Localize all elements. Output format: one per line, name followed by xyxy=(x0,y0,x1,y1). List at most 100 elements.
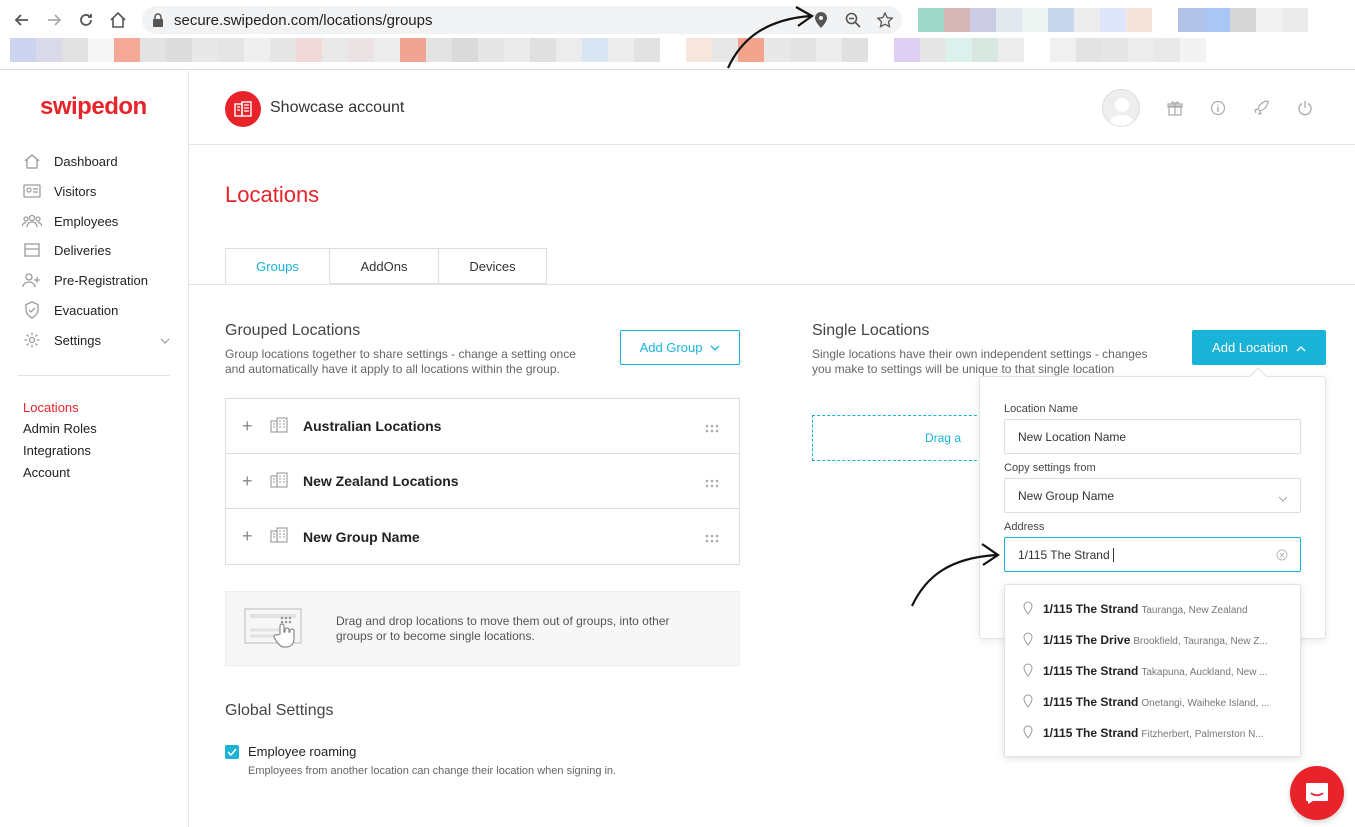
address-field[interactable]: 1/115 The Strand xyxy=(1004,537,1301,572)
building-icon xyxy=(270,472,288,491)
grouped-locations-description-line-1: Group locations together to share settin… xyxy=(225,347,576,361)
drag-handle-icon[interactable] xyxy=(705,531,719,546)
group-row-australian[interactable]: + Australian Locations xyxy=(226,399,739,454)
drag-hand-illustration-icon xyxy=(244,604,316,659)
location-name-label: Location Name xyxy=(1004,403,1078,415)
drag-drop-text: Drag and drop locations to move them out… xyxy=(336,614,716,644)
sidebar-sub-account[interactable]: Account xyxy=(23,465,70,480)
sidebar-item-visitors[interactable]: Visitors xyxy=(22,180,96,202)
swipedon-logo[interactable]: swipedon xyxy=(40,93,147,121)
suggestion-item[interactable]: 1/115 The Strand Takapuna, Auckland, New … xyxy=(1005,655,1302,686)
sidebar-item-label: Employees xyxy=(54,213,119,229)
tab-addons[interactable]: AddOns xyxy=(330,248,439,284)
suggestion-secondary-text: Tauranga, New Zealand xyxy=(1141,604,1248,616)
home-icon[interactable] xyxy=(108,10,128,30)
chat-launcher-button[interactable] xyxy=(1290,766,1344,820)
suggestion-secondary-text: Takapuna, Auckland, New ... xyxy=(1141,666,1268,678)
lock-icon xyxy=(152,13,164,30)
add-group-button[interactable]: Add Group xyxy=(620,330,740,365)
sidebar-item-pre-registration[interactable]: Pre-Registration xyxy=(22,269,148,291)
forward-icon[interactable] xyxy=(44,10,64,30)
power-icon[interactable] xyxy=(1296,99,1314,117)
expand-plus-icon[interactable]: + xyxy=(242,416,253,437)
employee-roaming-checkbox[interactable] xyxy=(225,745,239,759)
suggestion-main-text: 1/115 The Strand xyxy=(1043,663,1139,678)
suggestion-item[interactable]: 1/115 The Strand Tauranga, New Zealand xyxy=(1005,593,1302,624)
star-icon[interactable] xyxy=(876,11,894,29)
info-icon[interactable] xyxy=(1209,99,1227,117)
grouped-locations-title: Grouped Locations xyxy=(225,322,361,339)
drop-zone-text: Drag a xyxy=(924,431,961,445)
suggestion-secondary-text: Onetangi, Waiheke Island, ... xyxy=(1141,697,1270,709)
app-header: Showcase account xyxy=(189,71,1355,145)
pin-icon xyxy=(1023,601,1033,618)
building-icon xyxy=(270,527,288,546)
suggestion-item[interactable]: 1/115 The Drive Brookfield, Tauranga, New… xyxy=(1005,624,1302,655)
sidebar-item-label: Evacuation xyxy=(54,302,119,318)
single-locations-description-line-1: Single locations have their own independ… xyxy=(812,347,1148,361)
sidebar-item-label: Deliveries xyxy=(54,242,112,258)
gear-icon xyxy=(22,331,42,349)
group-row-new-zealand[interactable]: + New Zealand Locations xyxy=(226,454,739,509)
chevron-up-icon xyxy=(1296,340,1306,355)
chat-icon xyxy=(1306,783,1328,804)
suggestion-main-text: 1/115 The Strand xyxy=(1043,601,1139,616)
sidebar-sub-locations[interactable]: Locations xyxy=(23,400,79,415)
people-icon xyxy=(22,212,42,230)
tab-groups[interactable]: Groups xyxy=(225,248,330,284)
sidebar-item-employees[interactable]: Employees xyxy=(22,210,118,232)
sidebar-item-evacuation[interactable]: Evacuation xyxy=(22,299,118,321)
sidebar-sub-integrations[interactable]: Integrations xyxy=(23,443,91,458)
sidebar-sub-admin-roles[interactable]: Admin Roles xyxy=(23,421,97,436)
copy-settings-select[interactable]: New Group Name xyxy=(1004,478,1301,513)
address-value: 1/115 The Strand xyxy=(1018,547,1110,562)
rocket-icon[interactable] xyxy=(1252,99,1270,117)
pin-icon xyxy=(1023,632,1033,649)
sidebar-divider xyxy=(18,375,170,376)
pin-icon xyxy=(1023,694,1033,711)
suggestion-item[interactable]: 1/115 The Strand Onetangi, Waiheke Island… xyxy=(1005,686,1302,717)
avatar[interactable] xyxy=(1102,89,1140,127)
group-name: New Zealand Locations xyxy=(303,473,459,489)
suggestion-item[interactable]: 1/115 The Strand Fitzherbert, Palmerston … xyxy=(1005,717,1302,748)
global-settings-title: Global Settings xyxy=(225,702,334,719)
tab-bar: Groups AddOns Devices xyxy=(225,248,547,284)
package-icon xyxy=(22,241,42,259)
tab-devices[interactable]: Devices xyxy=(439,248,547,284)
back-icon[interactable] xyxy=(12,10,32,30)
group-name: New Group Name xyxy=(303,528,420,545)
annotation-arrow-address xyxy=(911,543,1000,607)
building-icon xyxy=(225,91,261,127)
sidebar: swipedon Dashboard Visitors Employees De… xyxy=(0,71,189,827)
sidebar-item-settings[interactable]: Settings xyxy=(22,329,172,351)
building-icon xyxy=(270,417,288,436)
group-row-new-group[interactable]: + New Group Name xyxy=(226,509,739,564)
annotation-arrow-top xyxy=(727,6,815,69)
drag-handle-icon[interactable] xyxy=(705,476,719,491)
account-name[interactable]: Showcase account xyxy=(270,99,404,117)
bookmarks-bar xyxy=(10,38,1206,62)
text-cursor xyxy=(1112,547,1114,562)
suggestion-secondary-text: Brookfield, Tauranga, New Z... xyxy=(1133,635,1268,647)
employee-roaming-label[interactable]: Employee roaming xyxy=(248,744,356,759)
address-label: Address xyxy=(1004,521,1045,533)
extension-icons xyxy=(918,8,1308,32)
zoom-icon[interactable] xyxy=(844,11,862,29)
clear-icon[interactable] xyxy=(1276,549,1288,564)
gift-icon[interactable] xyxy=(1166,99,1184,117)
sidebar-item-deliveries[interactable]: Deliveries xyxy=(22,239,111,261)
location-name-field[interactable]: New Location Name xyxy=(1004,419,1301,454)
sidebar-item-label: Visitors xyxy=(54,183,97,199)
home-icon xyxy=(22,152,42,170)
group-name: Australian Locations xyxy=(303,418,442,434)
sidebar-item-dashboard[interactable]: Dashboard xyxy=(22,150,118,172)
suggestion-main-text: 1/115 The Strand xyxy=(1043,725,1139,740)
add-location-button[interactable]: Add Location xyxy=(1192,330,1326,365)
reload-icon[interactable] xyxy=(76,10,96,30)
group-list: + Australian Locations + New Zealand Loc… xyxy=(225,398,740,565)
drag-handle-icon[interactable] xyxy=(705,421,719,436)
single-locations-drop-zone[interactable]: Drag a xyxy=(812,415,992,461)
expand-plus-icon[interactable]: + xyxy=(242,526,253,547)
expand-plus-icon[interactable]: + xyxy=(242,471,253,492)
drag-drop-text-line-1: Drag and drop locations to move them out… xyxy=(336,614,670,628)
